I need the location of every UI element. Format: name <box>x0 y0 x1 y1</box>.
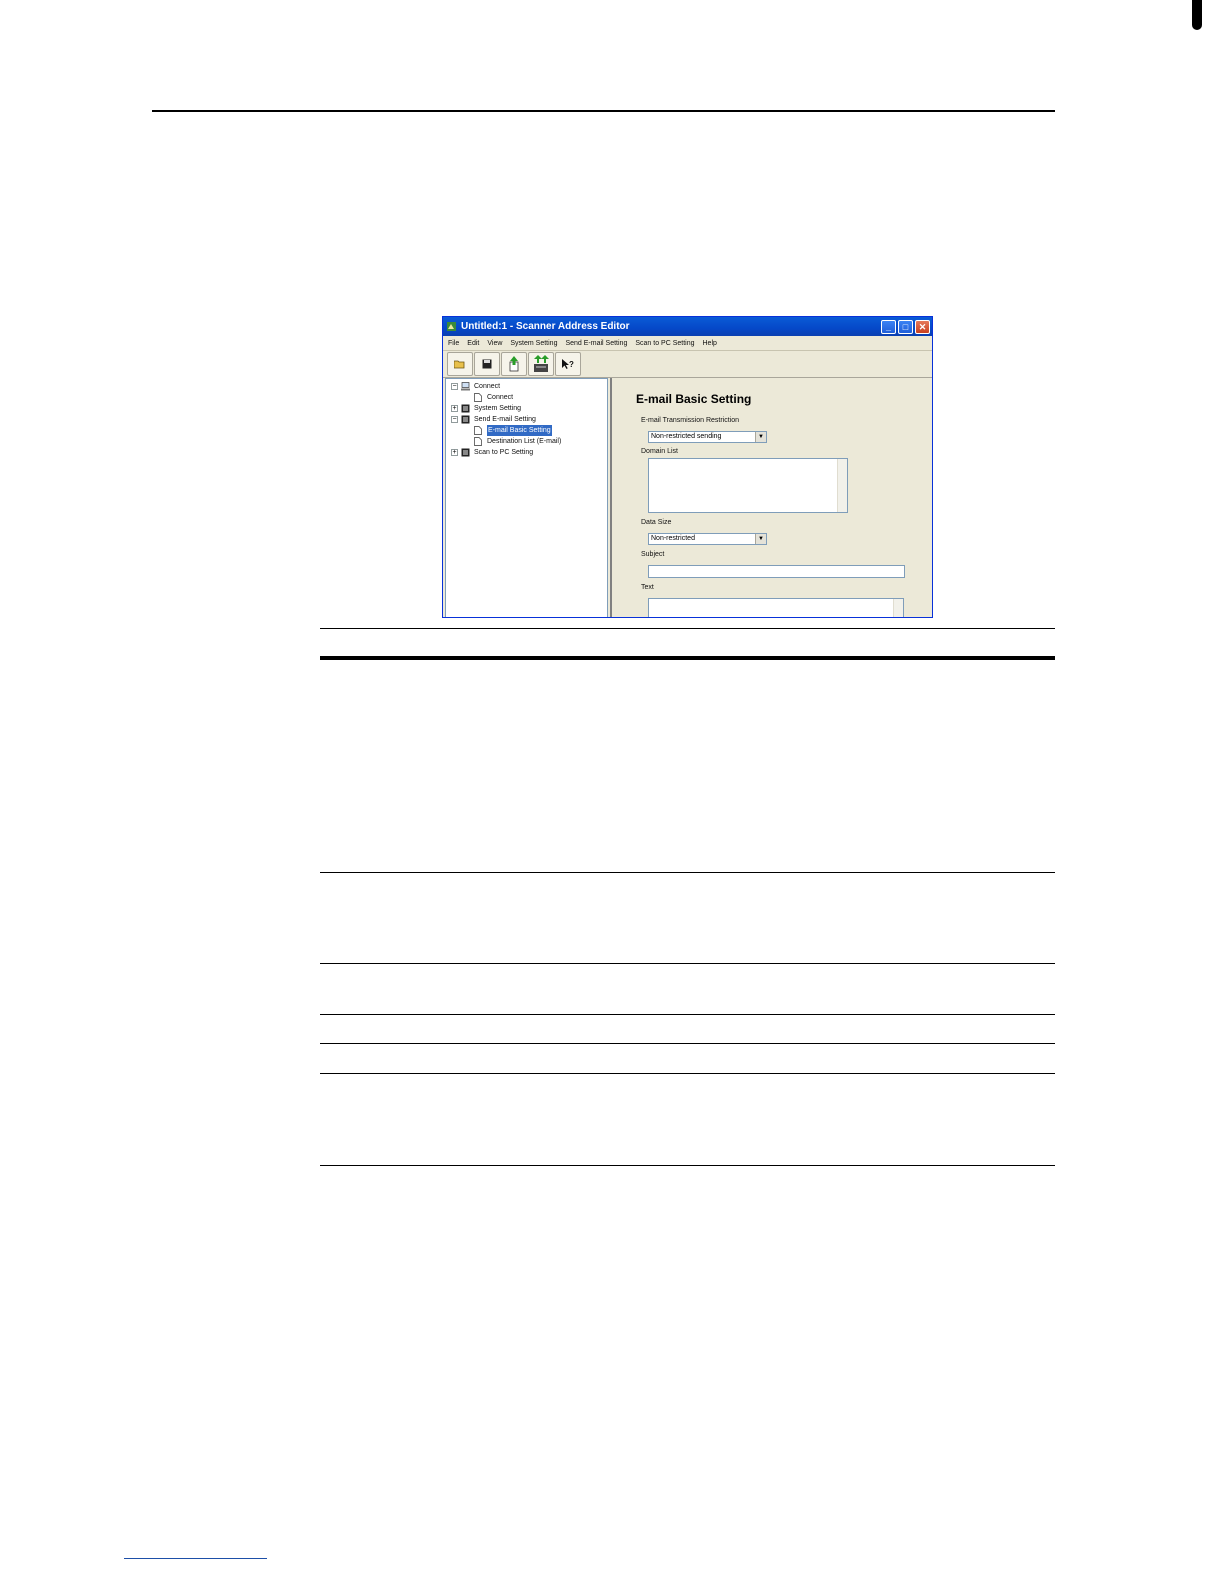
table-rule-1 <box>320 628 1055 629</box>
tree-node-scan-to-pc-setting[interactable]: + Scan to PC Setting <box>446 447 607 458</box>
tree-node-label: System Setting <box>474 405 522 412</box>
menu-bar: File Edit View System Setting Send E-mai… <box>443 336 932 351</box>
help-icon: ? <box>562 359 574 369</box>
transfer-button[interactable] <box>528 352 554 376</box>
save-button[interactable] <box>474 352 500 376</box>
restriction-value: Non-restricted sending <box>651 433 722 440</box>
upload-button[interactable] <box>501 352 527 376</box>
tree-node-connect-child[interactable]: Connect <box>446 392 607 403</box>
subject-input[interactable] <box>648 565 905 578</box>
tree-node-label: Scan to PC Setting <box>474 449 534 456</box>
table-rule-4 <box>320 1014 1055 1015</box>
app-icon <box>446 321 457 332</box>
data-size-label: Data Size <box>641 519 672 526</box>
open-icon <box>454 360 465 369</box>
pane-title: E-mail Basic Setting <box>636 392 752 406</box>
text-textarea[interactable] <box>648 598 904 617</box>
window-title: Untitled:1 - Scanner Address Editor <box>461 321 630 332</box>
domain-list-scrollbar[interactable] <box>837 459 847 512</box>
tree-node-system-setting[interactable]: + System Setting <box>446 403 607 414</box>
content-area: − Connect Connect + System Setting − Sen… <box>443 377 932 617</box>
table-rule-3 <box>320 963 1055 964</box>
table-rule-5 <box>320 1043 1055 1044</box>
title-bar: Untitled:1 - Scanner Address Editor _ □ … <box>443 317 932 336</box>
tree-node-label: E-mail Basic Setting <box>487 425 552 436</box>
page-tab-marker <box>1192 0 1202 30</box>
help-button[interactable]: ? <box>555 352 581 376</box>
collapse-icon[interactable]: − <box>451 416 458 423</box>
close-button[interactable]: ✕ <box>915 319 930 334</box>
document-icon <box>474 437 483 446</box>
svg-text:?: ? <box>569 360 574 369</box>
tree-node-label: Send E-mail Setting <box>474 416 536 423</box>
tree-node-connect[interactable]: − Connect <box>446 381 607 392</box>
menu-send-email-setting[interactable]: Send E-mail Setting <box>565 340 627 347</box>
menu-system-setting[interactable]: System Setting <box>510 340 557 347</box>
chevron-down-icon[interactable]: ▼ <box>755 432 766 442</box>
menu-view[interactable]: View <box>487 340 502 347</box>
menu-help[interactable]: Help <box>703 340 717 347</box>
save-icon <box>482 359 492 369</box>
open-button[interactable] <box>447 352 473 376</box>
table-rule-7 <box>320 1165 1055 1166</box>
restriction-label: E-mail Transmission Restriction <box>641 417 740 424</box>
chevron-down-icon[interactable]: ▼ <box>755 534 766 544</box>
tree-node-email-basic-setting[interactable]: E-mail Basic Setting <box>446 425 607 436</box>
computer-icon <box>461 382 470 391</box>
restriction-select[interactable]: Non-restricted sending ▼ <box>648 431 767 443</box>
settings-tree: − Connect Connect + System Setting − Sen… <box>445 378 608 617</box>
domain-list-textarea[interactable] <box>648 458 848 513</box>
scanner-address-editor-window: Untitled:1 - Scanner Address Editor _ □ … <box>443 317 932 617</box>
minimize-button[interactable]: _ <box>881 319 896 334</box>
data-size-select[interactable]: Non-restricted ▼ <box>648 533 767 545</box>
table-rule-2 <box>320 872 1055 873</box>
transfer-icon <box>534 355 549 372</box>
menu-scan-to-pc-setting[interactable]: Scan to PC Setting <box>635 340 694 347</box>
menu-file[interactable]: File <box>448 340 459 347</box>
book-icon <box>461 448 470 457</box>
book-icon <box>461 404 470 413</box>
text-scrollbar[interactable] <box>893 599 903 617</box>
upload-icon <box>509 356 519 372</box>
expand-icon[interactable]: + <box>451 449 458 456</box>
text-label: Text <box>641 584 654 591</box>
expand-icon[interactable]: + <box>451 405 458 412</box>
collapse-icon[interactable]: − <box>451 383 458 390</box>
footer-rule <box>124 1558 267 1559</box>
table-rule-6 <box>320 1073 1055 1074</box>
menu-edit[interactable]: Edit <box>467 340 479 347</box>
tree-node-destination-list[interactable]: Destination List (E-mail) <box>446 436 607 447</box>
table-rule-thick <box>320 656 1055 660</box>
domain-list-label: Domain List <box>641 448 678 455</box>
header-rule <box>152 110 1055 112</box>
document-icon <box>474 393 483 402</box>
toolbar: ? <box>443 351 932 378</box>
tree-node-label: Connect <box>474 383 501 390</box>
tree-node-send-email-setting[interactable]: − Send E-mail Setting <box>446 414 607 425</box>
maximize-button[interactable]: □ <box>898 319 913 334</box>
subject-label: Subject <box>641 551 665 558</box>
settings-pane: E-mail Basic Setting E-mail Transmission… <box>610 378 929 617</box>
document-icon <box>474 426 483 435</box>
tree-node-label: Destination List (E-mail) <box>487 438 562 445</box>
book-icon <box>461 415 470 424</box>
tree-node-label: Connect <box>487 394 514 401</box>
data-size-value: Non-restricted <box>651 535 695 542</box>
